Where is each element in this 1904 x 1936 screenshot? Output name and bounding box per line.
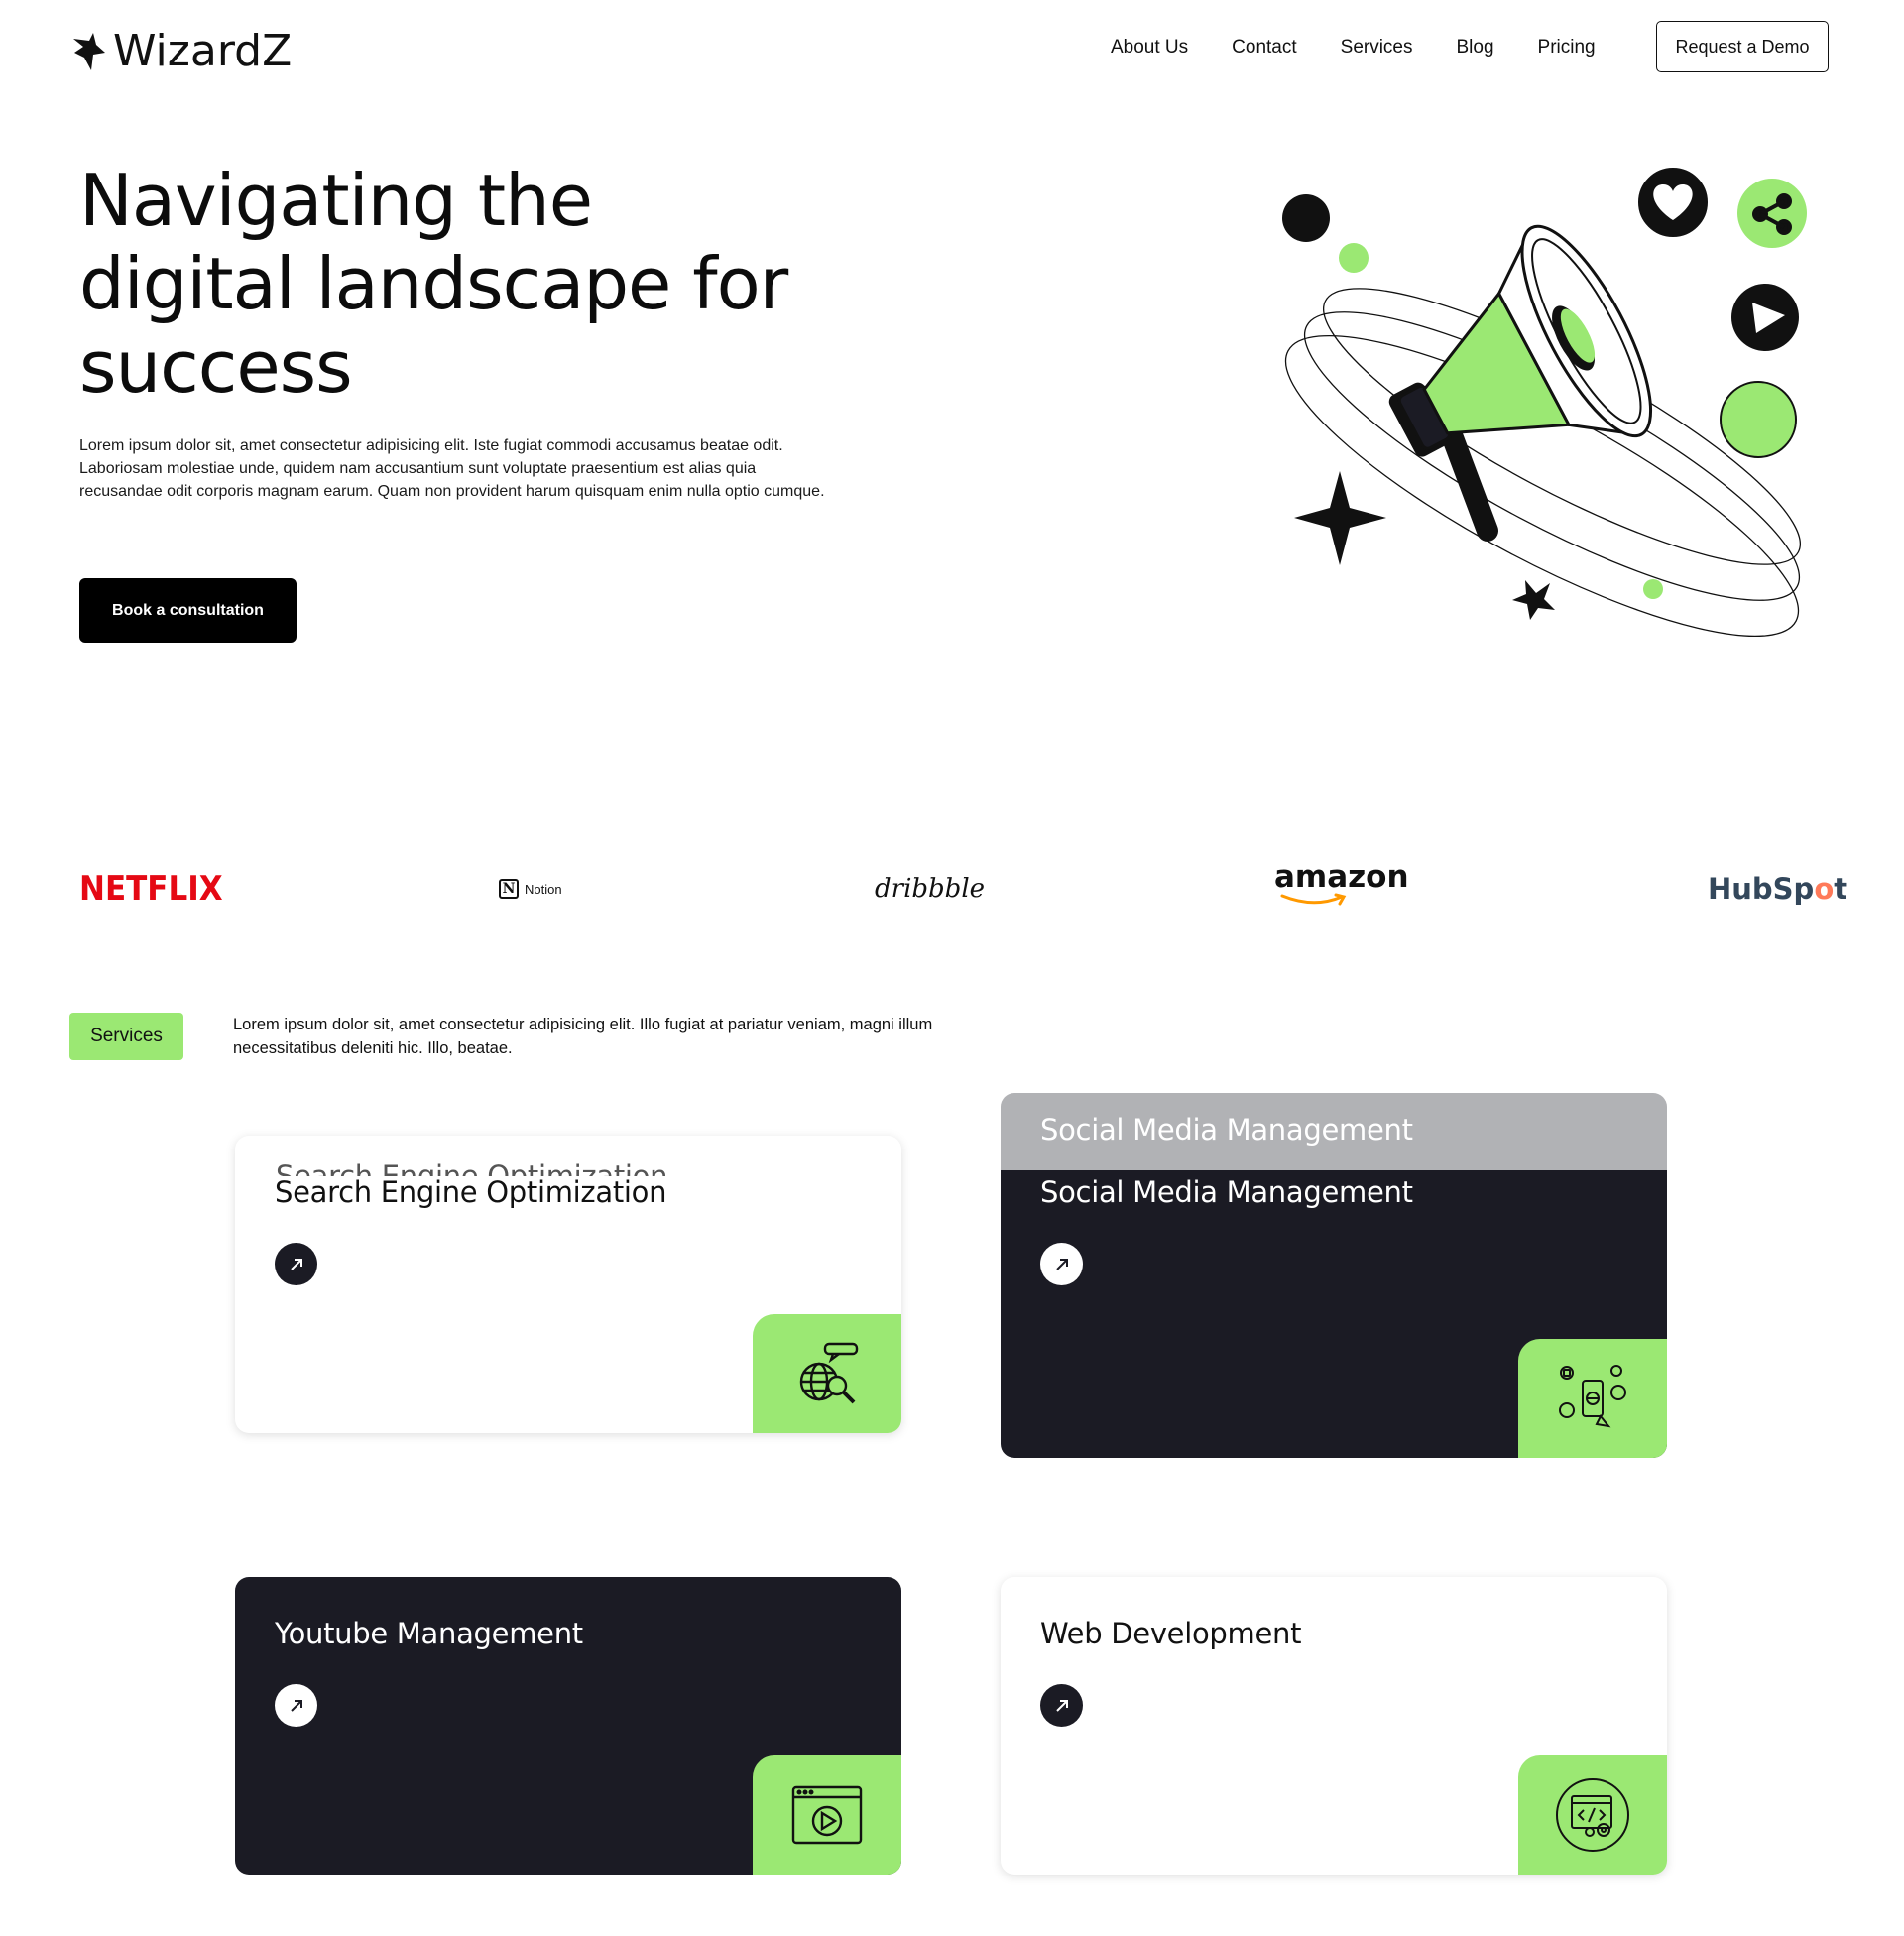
- amazon-logo: amazon: [1274, 861, 1409, 916]
- wizard-star-icon: [73, 32, 105, 70]
- main-nav: About Us Contact Services Blog Pricing: [1111, 22, 1639, 73]
- arrow-up-right-icon[interactable]: [275, 1684, 317, 1727]
- hero-title-line: digital landscape for: [79, 242, 788, 325]
- hero-title-line: Navigating the: [79, 159, 593, 242]
- card-title: Search Engine Optimization: [275, 1175, 667, 1209]
- hero-title: Navigating the digital landscape for suc…: [79, 159, 892, 409]
- ghost-title: Social Media Management: [1040, 1113, 1413, 1147]
- hubspot-wordmark-end: t: [1834, 872, 1848, 906]
- arrow-up-right-icon[interactable]: [1040, 1684, 1083, 1727]
- hubspot-logo: HubSp o t: [1708, 861, 1847, 916]
- notion-icon: N: [499, 879, 519, 899]
- request-demo-button[interactable]: Request a Demo: [1656, 21, 1829, 72]
- nav-contact[interactable]: Contact: [1232, 37, 1296, 59]
- service-card-web-development[interactable]: Web Development: [1001, 1577, 1667, 1875]
- megaphone-illustration: [1282, 166, 1807, 638]
- hero-description: Lorem ipsum dolor sit, amet consectetur …: [79, 437, 825, 500]
- social-media-card-ghost: Social Media Management: [1001, 1093, 1667, 1182]
- book-consultation-button[interactable]: Book a consultation: [79, 578, 297, 643]
- notion-wordmark: Notion: [525, 881, 562, 897]
- netflix-logo: NETFLIX: [79, 869, 223, 908]
- video-player-icon: [753, 1755, 901, 1875]
- card-title: Youtube Management: [275, 1617, 583, 1650]
- card-title: Web Development: [1040, 1617, 1302, 1650]
- nav-about-us[interactable]: About Us: [1111, 37, 1188, 59]
- hero-title-line: success: [79, 325, 353, 409]
- service-card-social-media[interactable]: Social Media Management: [1001, 1170, 1667, 1458]
- brand-name: WizardZ: [113, 26, 293, 76]
- sparkle-icon: [1294, 471, 1386, 565]
- arrow-up-right-icon[interactable]: [1040, 1243, 1083, 1285]
- globe-search-icon: [753, 1314, 901, 1433]
- card-title: Social Media Management: [1040, 1175, 1413, 1209]
- arrow-up-right-icon[interactable]: [275, 1243, 317, 1285]
- nav-pricing[interactable]: Pricing: [1538, 37, 1596, 59]
- notion-logo: N Notion: [499, 861, 562, 916]
- decor-dot-icon: [1282, 194, 1330, 242]
- hubspot-wordmark: HubSp: [1708, 872, 1815, 906]
- amazon-smile-icon: [1280, 893, 1347, 906]
- nav-services[interactable]: Services: [1341, 37, 1413, 59]
- dribbble-logo: dribbble: [875, 874, 986, 904]
- share-icon: [1737, 179, 1807, 248]
- services-badge: Services: [69, 1013, 183, 1060]
- code-settings-icon: [1518, 1755, 1667, 1875]
- nav-blog[interactable]: Blog: [1457, 37, 1494, 59]
- service-card-seo[interactable]: Search Engine Optimization: [235, 1136, 901, 1433]
- seo-card-ghost-title: Search Engine Optimization: [276, 1159, 668, 1176]
- social-media-icon: [1518, 1339, 1667, 1458]
- amazon-wordmark: amazon: [1274, 859, 1409, 895]
- hubspot-sprocket-icon: o: [1814, 872, 1835, 906]
- services-description: Lorem ipsum dolor sit, amet consectetur …: [233, 1016, 933, 1057]
- brand-logo[interactable]: WizardZ: [71, 26, 292, 76]
- service-card-youtube[interactable]: Youtube Management: [235, 1577, 901, 1875]
